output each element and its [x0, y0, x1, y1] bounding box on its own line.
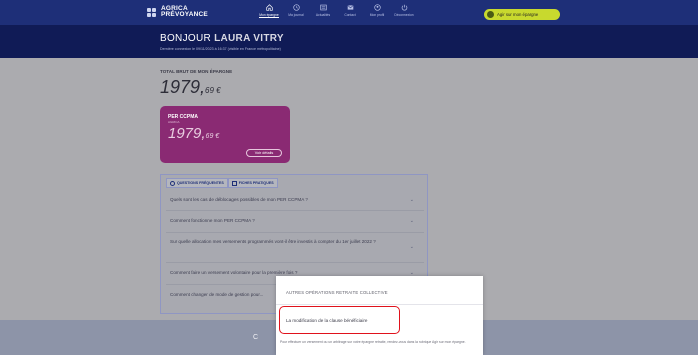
card-amount-int: 1979,	[168, 125, 206, 142]
faq-question: Quels sont les cas de déblocages possibl…	[170, 197, 308, 202]
faq-question: Sur quelle allocation mes versements pro…	[170, 239, 376, 244]
faq-item[interactable]: Quels sont les cas de déblocages possibl…	[166, 189, 424, 211]
clock-icon	[292, 4, 300, 11]
agrica-logo[interactable]: AGRICA PRÉVOYANCE	[147, 5, 208, 18]
faq-question: Comment fonctionne mon PER CCPMA ?	[170, 218, 255, 223]
popup-divider	[276, 304, 483, 305]
nav-label: Déconnexion	[394, 13, 414, 17]
popup-item-label: La modification de la clause bénéficiair…	[286, 318, 368, 323]
voir-details-button[interactable]: Voir détails	[246, 149, 282, 157]
home-icon	[265, 4, 273, 11]
savings-icon	[487, 11, 494, 18]
total-amount: 1979,69 €	[160, 77, 221, 98]
greeting: BONJOUR LAURA VITRY	[160, 33, 284, 44]
power-icon	[401, 4, 407, 11]
nav-item-profil[interactable]: Mon profil	[366, 4, 388, 18]
nav-label: Actualités	[315, 13, 331, 17]
faq-item[interactable]: Comment fonctionne mon PER CCPMA ? ⌄	[166, 211, 424, 233]
nav-label: Mon épargne	[259, 13, 279, 18]
faq-item[interactable]: Sur quelle allocation mes versements pro…	[166, 233, 424, 263]
nav-item-journal[interactable]: Ma journal	[285, 4, 307, 18]
document-icon	[231, 180, 237, 186]
tab-fiches-pratiques[interactable]: FICHES PRATIQUES	[227, 178, 278, 188]
chevron-down-icon: ⌄	[409, 244, 414, 250]
logo-line-2: PRÉVOYANCE	[161, 11, 208, 18]
nav-label: Ma journal	[288, 13, 304, 17]
welcome-banner: BONJOUR LAURA VITRY Dernière connexion l…	[0, 25, 698, 58]
tab-label: QUESTIONS FRÉQUENTES	[177, 181, 224, 185]
faq-tabs: QUESTIONS FRÉQUENTES FICHES PRATIQUES	[166, 178, 278, 188]
other-operations-popup: AUTRES OPÉRATIONS RETRAITE COLLECTIVE La…	[276, 276, 483, 355]
tab-label: FICHES PRATIQUES	[238, 181, 274, 185]
per-ccpma-card[interactable]: PER CCPMA AGRICA 1979,69 € Voir détails	[160, 106, 290, 163]
card-amount-dec: 69 €	[205, 133, 220, 140]
nav-item-deconnexion[interactable]: Déconnexion	[393, 4, 415, 18]
mail-icon	[347, 5, 353, 10]
greeting-word: BONJOUR	[160, 33, 211, 44]
popup-note: Pour effectuer un versement ou un arbitr…	[280, 340, 466, 344]
clause-beneficiaire-option[interactable]: La modification de la clause bénéficiair…	[279, 306, 400, 334]
profile-icon	[373, 4, 381, 11]
total-label: TOTAL BRUT DE MON ÉPARGNE	[160, 69, 233, 74]
question-icon	[170, 180, 175, 186]
last-login: Dernière connexion le 09/11/2023 à 16:37…	[160, 47, 281, 51]
nav-label: Contact	[344, 13, 356, 17]
nav-label: Mon profil	[369, 13, 385, 17]
cta-label: Agir sur mon épargne	[497, 12, 539, 17]
nav-item-actualites[interactable]: Actualités	[312, 4, 334, 18]
main-nav: Mon épargne Ma journal Actualités Contac…	[258, 4, 415, 18]
nav-item-contact[interactable]: Contact	[339, 4, 361, 18]
total-amount-dec: 69 €	[205, 86, 221, 95]
user-name: LAURA VITRY	[214, 33, 284, 44]
agir-sur-mon-epargne-button[interactable]: Agir sur mon épargne	[484, 9, 560, 20]
total-amount-int: 1979,	[160, 77, 206, 97]
chevron-down-icon: ⌄	[409, 218, 414, 224]
nav-item-epargne[interactable]: Mon épargne	[258, 4, 280, 18]
top-navigation-bar: AGRICA PRÉVOYANCE Mon épargne Ma journal…	[0, 0, 698, 25]
news-icon	[319, 4, 327, 11]
logo-mark-icon	[147, 7, 157, 17]
card-amount: 1979,69 €	[168, 125, 219, 142]
card-subtitle: AGRICA	[168, 120, 180, 124]
chevron-down-icon: ⌄	[409, 197, 414, 203]
footer-text: C	[253, 334, 259, 341]
tab-questions-frequentes[interactable]: QUESTIONS FRÉQUENTES	[166, 178, 228, 188]
popup-title: AUTRES OPÉRATIONS RETRAITE COLLECTIVE	[286, 290, 388, 295]
